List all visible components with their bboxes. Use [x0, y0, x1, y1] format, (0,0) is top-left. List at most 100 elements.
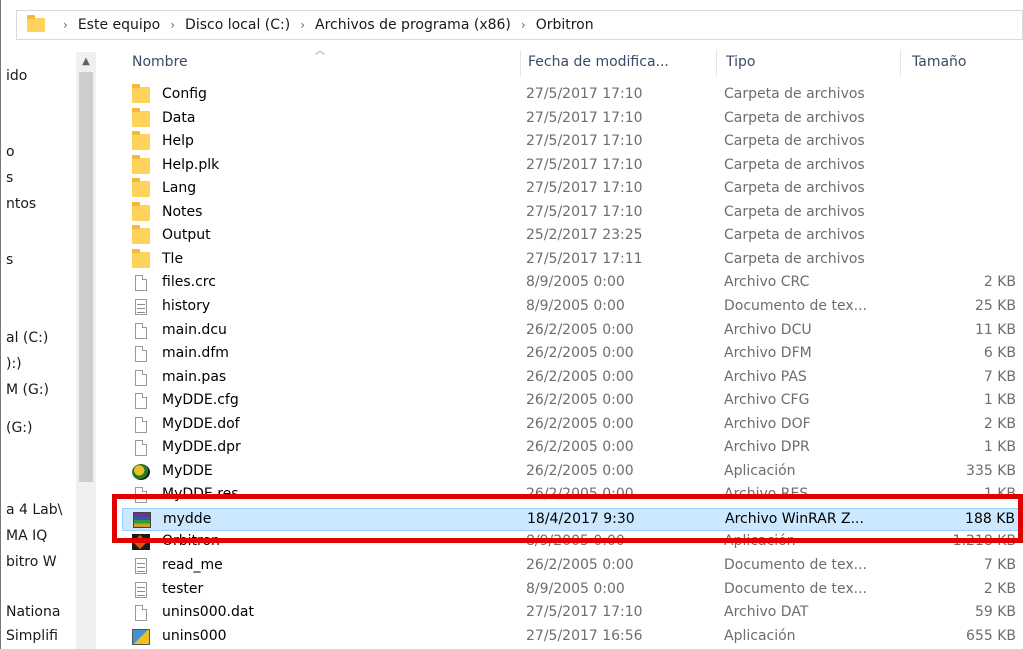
file-date: 26/2/2005 0:00 [526, 321, 634, 338]
nav-item[interactable]: bitro W [6, 554, 57, 570]
file-row[interactable]: read_me 26/2/2005 0:00 Documento de tex...… [122, 555, 1022, 578]
file-type: Carpeta de archivos [724, 133, 865, 150]
file-row[interactable]: history 8/9/2005 0:00 Documento de tex... 2… [122, 296, 1022, 319]
installer-icon [132, 628, 150, 645]
file-size: 7 KB [983, 557, 1016, 573]
sort-ascending-icon: ︿ [315, 46, 325, 57]
column-header-date[interactable]: Fecha de modifica... [528, 50, 669, 74]
file-date: 27/5/2017 17:10 [526, 203, 643, 220]
column-header-name[interactable]: Nombre [132, 50, 188, 74]
file-date: 26/2/2005 0:00 [526, 462, 634, 479]
file-row[interactable]: main.dcu 26/2/2005 0:00 Archivo DCU 11 KB [122, 320, 1022, 343]
file-row[interactable]: Data 27/5/2017 17:10 Carpeta de archivos [122, 107, 1022, 131]
file-name: MyDDE.cfg [162, 392, 239, 409]
file-name: history [162, 297, 211, 314]
nav-item[interactable]: a 4 Lab\ [6, 502, 62, 518]
nav-item[interactable]: ntos [6, 196, 36, 212]
file-date: 8/9/2005 0:00 [526, 580, 625, 597]
text-document-icon [135, 298, 147, 315]
column-header-type[interactable]: Tipo [726, 50, 755, 74]
file-row[interactable]: Help.plk 27/5/2017 17:10 Carpeta de archiv… [122, 154, 1022, 178]
file-icon [135, 322, 147, 339]
column-divider[interactable] [520, 50, 521, 76]
file-type: Carpeta de archivos [724, 203, 865, 220]
file-icon [135, 440, 147, 457]
file-type: Carpeta de archivos [724, 156, 865, 173]
chevron-right-icon[interactable]: › [63, 18, 68, 32]
nav-scrollbar-thumb[interactable] [79, 72, 93, 482]
nav-item[interactable]: Nationa [6, 604, 60, 620]
file-date: 26/2/2005 0:00 [526, 557, 634, 573]
file-size: 1 KB [983, 392, 1016, 409]
file-row[interactable]: files.crc 8/9/2005 0:00 Archivo CRC 2 KB [122, 272, 1022, 295]
file-date: 26/2/2005 0:00 [526, 415, 634, 432]
file-row[interactable]: tester 8/9/2005 0:00 Documento de tex... 2 … [122, 579, 1022, 602]
file-type: Documento de tex... [724, 580, 867, 597]
chevron-right-icon[interactable]: › [300, 18, 305, 32]
file-row[interactable]: unins000.dat 27/5/2017 17:10 Archivo DAT 59… [122, 602, 1022, 625]
file-row[interactable]: unins000 27/5/2017 16:56 Aplicación 655 KB [122, 626, 1022, 649]
folder-icon [27, 15, 45, 32]
file-row[interactable]: Notes 27/5/2017 17:10 Carpeta de archivos [122, 201, 1022, 225]
breadcrumb-disco-local[interactable]: Disco local (C:) [185, 17, 290, 33]
file-row[interactable]: Tle 27/5/2017 17:11 Carpeta de archivos [122, 248, 1022, 272]
nav-item[interactable]: Simplifi [6, 628, 58, 644]
nav-item[interactable]: s [6, 170, 13, 186]
breadcrumb-orbitron[interactable]: Orbitron [536, 17, 594, 33]
file-size: 655 KB [966, 627, 1016, 644]
file-row[interactable]: Help 27/5/2017 17:10 Carpeta de archivos [122, 131, 1022, 154]
file-type: Carpeta de archivos [724, 250, 865, 267]
file-date: 25/2/2017 23:25 [526, 227, 643, 244]
file-row[interactable]: MyDDE.dof 26/2/2005 0:00 Archivo DOF 2 KB [122, 414, 1022, 437]
file-size: 335 KB [966, 462, 1016, 479]
address-bar[interactable]: › Este equipo › Disco local (C:) › Archi… [16, 10, 1023, 40]
file-type: Carpeta de archivos [724, 109, 865, 126]
text-document-icon [135, 558, 147, 574]
file-row[interactable]: MyDDE.cfg 26/2/2005 0:00 Archivo CFG 1 KB [122, 390, 1022, 413]
file-date: 26/2/2005 0:00 [526, 392, 634, 409]
nav-item[interactable]: ):) [6, 356, 22, 372]
file-name: main.dfm [162, 345, 229, 362]
file-name: unins000 [162, 627, 227, 644]
file-name: Lang [162, 180, 197, 197]
nav-item[interactable]: s [6, 252, 13, 268]
nav-item[interactable]: ido [6, 68, 27, 84]
file-type: Documento de tex... [724, 297, 867, 314]
folder-icon [132, 225, 150, 245]
nav-item[interactable]: MA IQ [6, 528, 47, 544]
file-date: 27/5/2017 17:11 [526, 250, 643, 267]
file-row[interactable]: MyDDE.dpr 26/2/2005 0:00 Archivo DPR 1 KB [122, 437, 1022, 460]
nav-item[interactable]: (G:) [6, 420, 33, 436]
column-header-size[interactable]: Tamaño [912, 50, 966, 74]
file-row[interactable]: main.dfm 26/2/2005 0:00 Archivo DFM 6 KB [122, 343, 1022, 366]
file-row[interactable]: Output 25/2/2017 23:25 Carpeta de archivos [122, 225, 1022, 248]
file-type: Carpeta de archivos [724, 86, 865, 102]
file-date: 26/2/2005 0:00 [526, 368, 634, 385]
folder-icon [132, 131, 150, 151]
file-size: 59 KB [974, 604, 1016, 621]
file-size: 2 KB [983, 274, 1016, 291]
column-divider[interactable] [716, 50, 717, 76]
chevron-right-icon[interactable]: › [521, 18, 526, 32]
file-row[interactable]: main.pas 26/2/2005 0:00 Archivo PAS 7 KB [122, 367, 1022, 390]
file-icon [135, 416, 147, 433]
file-row[interactable]: MyDDE 26/2/2005 0:00 Aplicación 335 KB [122, 461, 1022, 484]
chevron-right-icon[interactable]: › [170, 18, 175, 32]
breadcrumb-este-equipo[interactable]: Este equipo [78, 17, 160, 33]
text-document-icon [135, 581, 147, 598]
file-icon [135, 275, 147, 292]
file-name: read_me [162, 557, 223, 573]
file-row[interactable]: Config 27/5/2017 17:10 Carpeta de archivos [122, 84, 1022, 107]
nav-item[interactable]: o [6, 144, 15, 160]
file-list: ︿ Nombre Fecha de modifica... Tipo Tamañ… [110, 44, 1023, 649]
file-type: Archivo DAT [724, 604, 809, 621]
folder-icon [132, 201, 150, 221]
file-type: Carpeta de archivos [724, 180, 865, 197]
breadcrumb-archivos-programa[interactable]: Archivos de programa (x86) [315, 17, 511, 33]
scroll-up-arrow-icon[interactable]: ▲ [76, 52, 96, 72]
nav-item[interactable]: M (G:) [6, 382, 49, 398]
red-highlight-box [112, 494, 1023, 543]
column-divider[interactable] [900, 50, 901, 76]
file-row[interactable]: Lang 27/5/2017 17:10 Carpeta de archivos [122, 178, 1022, 201]
nav-item-local-disk[interactable]: al (C:) [6, 330, 48, 346]
